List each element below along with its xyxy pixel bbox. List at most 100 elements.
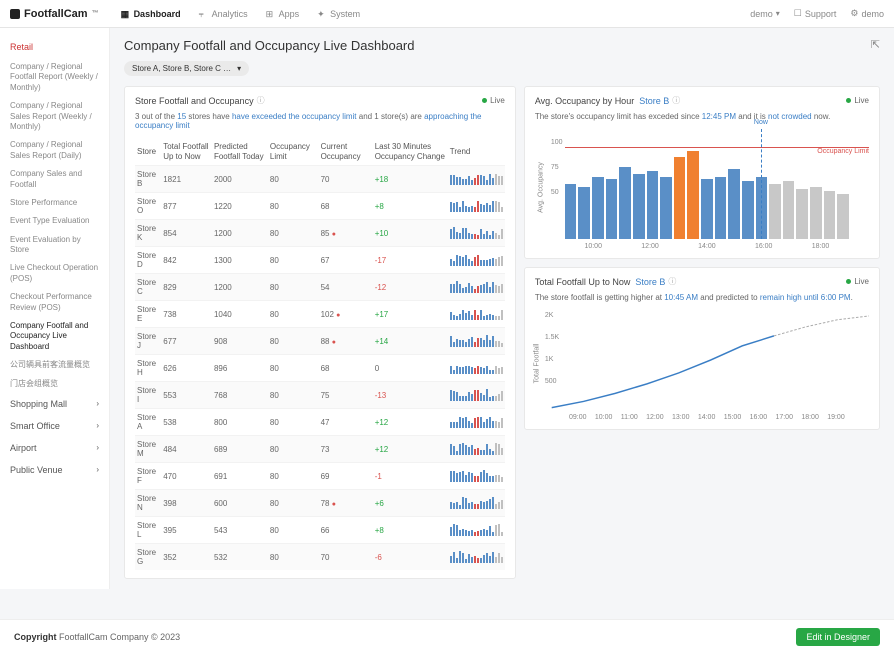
footer: Copyright FootfallCam Company © 2023 Edi… <box>0 619 894 654</box>
chevron-right-icon: › <box>96 399 99 408</box>
sidebar-item-active[interactable]: Company Footfall and Occupancy Live Dash… <box>0 317 109 356</box>
sparkline <box>450 335 503 347</box>
sparkline <box>450 443 503 455</box>
top-nav: ▦Dashboard ⫧Analytics ⊞Apps ✦System <box>121 9 361 19</box>
alert-hint: 3 out of the 15 stores have have exceede… <box>135 112 505 130</box>
support-icon: ☐ <box>794 8 802 19</box>
export-icon[interactable]: ⇱ <box>871 38 880 51</box>
total-footfall-chart: Total Footfall 2K1.5K1K500 <box>535 310 869 410</box>
live-badge: Live <box>482 96 505 105</box>
chevron-right-icon: › <box>96 443 99 452</box>
system-icon: ✦ <box>317 9 326 18</box>
sidebar-item[interactable]: Live Checkout Operation (POS) <box>0 259 109 288</box>
sidebar-item[interactable]: Event Evaluation by Store <box>0 231 109 260</box>
store-selector[interactable]: Store A, Store B, Store C …▾ <box>124 61 249 76</box>
sidebar-item[interactable]: Company / Regional Sales Report (Weekly … <box>0 97 109 136</box>
sparkline <box>450 389 503 401</box>
logo[interactable]: FootfallCam™ <box>10 8 99 20</box>
panel-title: Avg. Occupancy by Hour <box>535 96 634 106</box>
main: Company Footfall and Occupancy Live Dash… <box>110 28 894 589</box>
live-badge: Live <box>846 277 869 286</box>
sparkline <box>450 227 503 239</box>
nav-system[interactable]: ✦System <box>317 9 360 19</box>
table-row[interactable]: Store L3955438066+8 <box>135 517 505 544</box>
panel-store-link[interactable]: Store B <box>635 277 665 287</box>
sidebar-group-shopping-mall[interactable]: Shopping Mall› <box>0 393 109 415</box>
chevron-right-icon: › <box>96 421 99 430</box>
sparkline <box>450 524 503 536</box>
sidebar-group-airport[interactable]: Airport› <box>0 437 109 459</box>
table-row[interactable]: Store H62689680680 <box>135 355 505 382</box>
sidebar-item[interactable]: 门店会组概览 <box>0 375 109 393</box>
warn-icon: ● <box>336 312 340 319</box>
support-link[interactable]: ☐Support <box>794 8 837 19</box>
warn-icon: ● <box>332 231 336 238</box>
footfall-hint: The store footfall is getting higher at … <box>535 293 869 302</box>
sparkline <box>450 416 503 428</box>
user-menu[interactable]: ⚙demo <box>850 8 884 19</box>
table-row[interactable]: Store B182120008070+18 <box>135 166 505 193</box>
gear-icon: ⚙ <box>850 8 858 19</box>
table-row[interactable]: Store A5388008047+12 <box>135 409 505 436</box>
table-row[interactable]: Store M4846898073+12 <box>135 436 505 463</box>
col-header: Trend <box>448 138 505 166</box>
col-header: Last 30 Minutes Occupancy Change <box>373 138 448 166</box>
chevron-down-icon: ▾ <box>237 64 241 73</box>
sidebar-item[interactable]: Company Sales and Footfall <box>0 165 109 194</box>
exceeded-link[interactable]: have exceeded the occupancy limit <box>232 112 357 121</box>
top-right: demo▾ ☐Support ⚙demo <box>750 8 884 19</box>
sidebar-item[interactable]: Checkout Performance Review (POS) <box>0 288 109 317</box>
table-row[interactable]: Store I5537688075-13 <box>135 382 505 409</box>
sparkline <box>450 362 503 374</box>
warn-icon: ● <box>332 339 336 346</box>
edit-in-designer-button[interactable]: Edit in Designer <box>796 628 880 646</box>
avg-occupancy-chart: Avg. Occupancy Occupancy Limit 1007550No… <box>535 129 869 239</box>
chevron-right-icon: › <box>96 465 99 474</box>
table-row[interactable]: Store F4706918069-1 <box>135 463 505 490</box>
sidebar-group-smart-office[interactable]: Smart Office› <box>0 415 109 437</box>
nav-apps[interactable]: ⊞Apps <box>266 9 300 19</box>
table-row[interactable]: Store J6779088088 ●+14 <box>135 328 505 355</box>
col-header: Store <box>135 138 161 166</box>
sparkline <box>450 254 503 266</box>
sidebar-group-public-venue[interactable]: Public Venue› <box>0 459 109 481</box>
sidebar-item[interactable]: Company / Regional Sales Report (Daily) <box>0 136 109 165</box>
col-header: Occupancy Limit <box>268 138 319 166</box>
sparkline <box>450 173 503 185</box>
live-badge: Live <box>846 96 869 105</box>
table-row[interactable]: Store E738104080102 ●+17 <box>135 301 505 328</box>
panel-store-footfall-occupancy: Store Footfall and Occupancy ⓘ Live 3 ou… <box>124 86 516 579</box>
nav-analytics[interactable]: ⫧Analytics <box>199 9 248 19</box>
apps-icon: ⊞ <box>266 9 275 18</box>
store-table: StoreTotal Footfall Up to NowPredicted F… <box>135 138 505 570</box>
info-icon[interactable]: ⓘ <box>257 95 265 106</box>
col-header: Predicted Footfall Today <box>212 138 268 166</box>
sidebar-item[interactable]: 公司辆具前客流量概览 <box>0 356 109 374</box>
sidebar-item[interactable]: Company / Regional Footfall Report (Week… <box>0 58 109 97</box>
sidebar-item[interactable]: Store Performance <box>0 194 109 212</box>
panel-title: Total Footfall Up to Now <box>535 277 631 287</box>
nav-dashboard[interactable]: ▦Dashboard <box>121 9 181 19</box>
table-row[interactable]: Store N3986008078 ●+6 <box>135 490 505 517</box>
table-row[interactable]: Store O87712208068+8 <box>135 193 505 220</box>
sparkline <box>450 470 503 482</box>
table-row[interactable]: Store C82912008054-12 <box>135 274 505 301</box>
table-row[interactable]: Store G3525328070-6 <box>135 544 505 571</box>
panel-total-footfall: Total Footfall Up to Now Store B ⓘ Live … <box>524 267 880 430</box>
sparkline <box>450 497 503 509</box>
col-header: Current Occupancy <box>319 138 373 166</box>
page-title: Company Footfall and Occupancy Live Dash… <box>124 38 415 53</box>
info-icon[interactable]: ⓘ <box>672 95 680 106</box>
panel-store-link[interactable]: Store B <box>639 96 669 106</box>
demo-menu[interactable]: demo▾ <box>750 9 780 19</box>
occupancy-hint: The store's occupancy limit has exceded … <box>535 112 869 121</box>
analytics-icon: ⫧ <box>199 9 208 18</box>
sidebar-item[interactable]: Event Type Evaluation <box>0 212 109 230</box>
sidebar: Retail Company / Regional Footfall Repor… <box>0 28 110 589</box>
top-bar: FootfallCam™ ▦Dashboard ⫧Analytics ⊞Apps… <box>0 0 894 28</box>
sidebar-group-retail[interactable]: Retail <box>0 36 109 58</box>
info-icon[interactable]: ⓘ <box>668 276 676 287</box>
panel-avg-occupancy: Avg. Occupancy by Hour Store B ⓘ Live Th… <box>524 86 880 259</box>
table-row[interactable]: Store D84213008067-17 <box>135 247 505 274</box>
table-row[interactable]: Store K85412008085 ●+10 <box>135 220 505 247</box>
